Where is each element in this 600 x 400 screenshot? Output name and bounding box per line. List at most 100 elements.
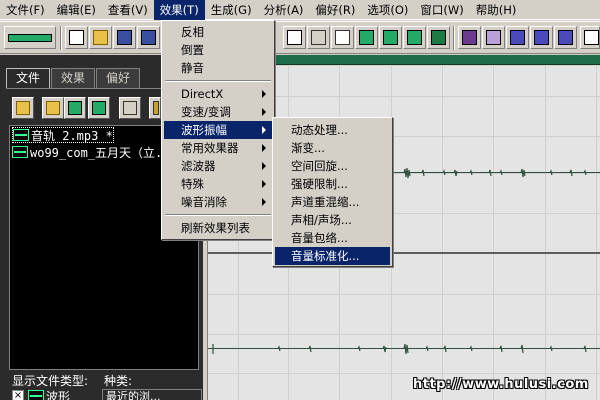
menu-item-common-effects[interactable]: 常用效果器 xyxy=(164,139,272,157)
envelope-icon xyxy=(462,30,477,45)
import-button[interactable] xyxy=(42,97,64,119)
menu-edit[interactable]: 编辑(E) xyxy=(51,0,102,20)
menu-item-filters[interactable]: 滤波器 xyxy=(164,157,272,175)
grid-icon xyxy=(558,30,573,45)
grid-button[interactable] xyxy=(506,26,529,49)
menu-options[interactable]: 选项(O) xyxy=(361,0,414,20)
cut-button[interactable] xyxy=(307,26,330,49)
grid-2-button[interactable] xyxy=(530,26,553,49)
select-view-button[interactable] xyxy=(403,26,426,49)
submenu-item-dynamics[interactable]: 动态处理... xyxy=(275,121,390,139)
waveform-checkbox-label: 波形 xyxy=(28,388,70,400)
toggle-view-button[interactable] xyxy=(4,26,56,49)
menu-item-amplitude[interactable]: 波形振幅 xyxy=(164,121,272,139)
submenu-arrow-icon xyxy=(262,162,266,170)
filetype-label: 显示文件类型: xyxy=(12,374,89,388)
options-button[interactable] xyxy=(119,97,141,119)
submenu-item-envelope[interactable]: 音量包络... xyxy=(275,229,390,247)
toolbar-separator xyxy=(453,26,455,50)
waveform-toggle-icon xyxy=(8,34,52,42)
tab-files[interactable]: 文件 xyxy=(6,68,51,88)
tools-button[interactable] xyxy=(482,26,505,49)
menu-separator xyxy=(165,214,271,216)
save-icon xyxy=(117,30,132,45)
save-button[interactable] xyxy=(113,26,136,49)
gear-icon xyxy=(153,101,159,115)
effects-menu: 反相 倒置 静音 DirectX 变速/变调 波形振幅 常用效果器 滤波器 特殊… xyxy=(161,20,275,240)
mix-paste-button[interactable] xyxy=(355,26,378,49)
zoom-button[interactable] xyxy=(427,26,450,49)
save-all-button[interactable] xyxy=(137,26,160,49)
menu-favorites[interactable]: 偏好(R) xyxy=(309,0,361,20)
submenu-item-pan-expand[interactable]: 声相/声场... xyxy=(275,211,390,229)
waveform-insert-icon xyxy=(92,101,106,115)
menu-item-refresh-effects[interactable]: 刷新效果列表 xyxy=(164,219,272,237)
menu-item-silence[interactable]: 静音 xyxy=(164,59,272,77)
submenu-arrow-icon xyxy=(262,180,266,188)
scissors-icon xyxy=(311,30,326,45)
grid-icon xyxy=(534,30,549,45)
open-file-button[interactable] xyxy=(89,26,112,49)
trim-icon xyxy=(383,30,398,45)
menu-item-time-pitch[interactable]: 变速/变调 xyxy=(164,103,272,121)
file-name: 音轨 2.mp3 * xyxy=(31,129,113,143)
submenu-arrow-icon xyxy=(262,108,266,116)
tools-icon xyxy=(123,101,137,115)
menu-item-invert[interactable]: 反相 xyxy=(164,23,272,41)
toolbar-separator xyxy=(60,26,62,50)
list-item[interactable]: 音轨 2.mp3 * xyxy=(12,127,114,143)
menu-item-noise-reduction[interactable]: 噪音消除 xyxy=(164,193,272,211)
submenu-item-fade[interactable]: 渐变... xyxy=(275,139,390,157)
close-file-button[interactable] xyxy=(64,97,86,119)
menu-analyze[interactable]: 分析(A) xyxy=(258,0,310,20)
magnifier-icon xyxy=(431,30,446,45)
menu-help[interactable]: 帮助(H) xyxy=(470,0,523,20)
mix-paste-icon xyxy=(359,30,374,45)
organizer-tabs: 文件 效果 偏好 xyxy=(6,68,141,88)
waveform-file-icon xyxy=(12,146,28,158)
trim-button[interactable] xyxy=(379,26,402,49)
open-file-button[interactable] xyxy=(12,97,34,119)
submenu-item-channel-mixer[interactable]: 声道重混缩... xyxy=(275,193,390,211)
channel-separator xyxy=(208,252,600,254)
file-name: wo99_com_五月天（立... xyxy=(30,146,177,160)
menu-window[interactable]: 窗口(W) xyxy=(414,0,469,20)
grid-3-button[interactable] xyxy=(554,26,577,49)
kind-label: 种类: xyxy=(104,374,133,388)
waveform-select-icon xyxy=(407,30,422,45)
menu-generate[interactable]: 生成(G) xyxy=(205,0,258,20)
submenu-arrow-icon xyxy=(262,144,266,152)
menu-effects[interactable]: 效果(T) xyxy=(153,0,205,20)
paste-button[interactable] xyxy=(331,26,354,49)
menu-separator xyxy=(165,80,271,82)
menu-item-special[interactable]: 特殊 xyxy=(164,175,272,193)
watermark-text: http://www.hulusi.com xyxy=(413,377,589,392)
insert-button[interactable] xyxy=(88,97,110,119)
waveform-close-icon xyxy=(68,101,82,115)
menu-view[interactable]: 查看(V) xyxy=(102,0,154,20)
kind-select[interactable]: 最近的浏... xyxy=(102,389,202,400)
grid-line xyxy=(208,334,600,335)
submenu-item-spatial-reverb[interactable]: 空间回旋... xyxy=(275,157,390,175)
submenu-item-hard-limit[interactable]: 强硬限制... xyxy=(275,175,390,193)
folder-import-icon xyxy=(46,101,60,115)
tab-favorites[interactable]: 偏好 xyxy=(96,68,141,88)
envelope-button[interactable] xyxy=(458,26,481,49)
copy-button[interactable] xyxy=(283,26,306,49)
more-button[interactable] xyxy=(149,97,161,119)
toolbar-overflow-button[interactable] xyxy=(580,26,600,49)
menu-item-reverse[interactable]: 倒置 xyxy=(164,41,272,59)
submenu-arrow-icon xyxy=(262,90,266,98)
new-file-icon xyxy=(69,30,84,45)
waveform-checkbox[interactable]: × xyxy=(12,390,24,400)
submenu-item-normalize[interactable]: 音量标准化... xyxy=(275,247,390,265)
waveform-file-icon xyxy=(13,129,29,141)
tab-effects[interactable]: 效果 xyxy=(51,68,96,88)
folder-open-icon xyxy=(93,30,108,45)
new-file-button[interactable] xyxy=(65,26,88,49)
save-all-icon xyxy=(141,30,156,45)
waveform-file-icon xyxy=(28,390,44,400)
menu-file[interactable]: 文件(F) xyxy=(0,0,51,20)
list-item[interactable]: wo99_com_五月天（立... xyxy=(12,145,177,161)
menu-item-directx[interactable]: DirectX xyxy=(164,85,272,103)
